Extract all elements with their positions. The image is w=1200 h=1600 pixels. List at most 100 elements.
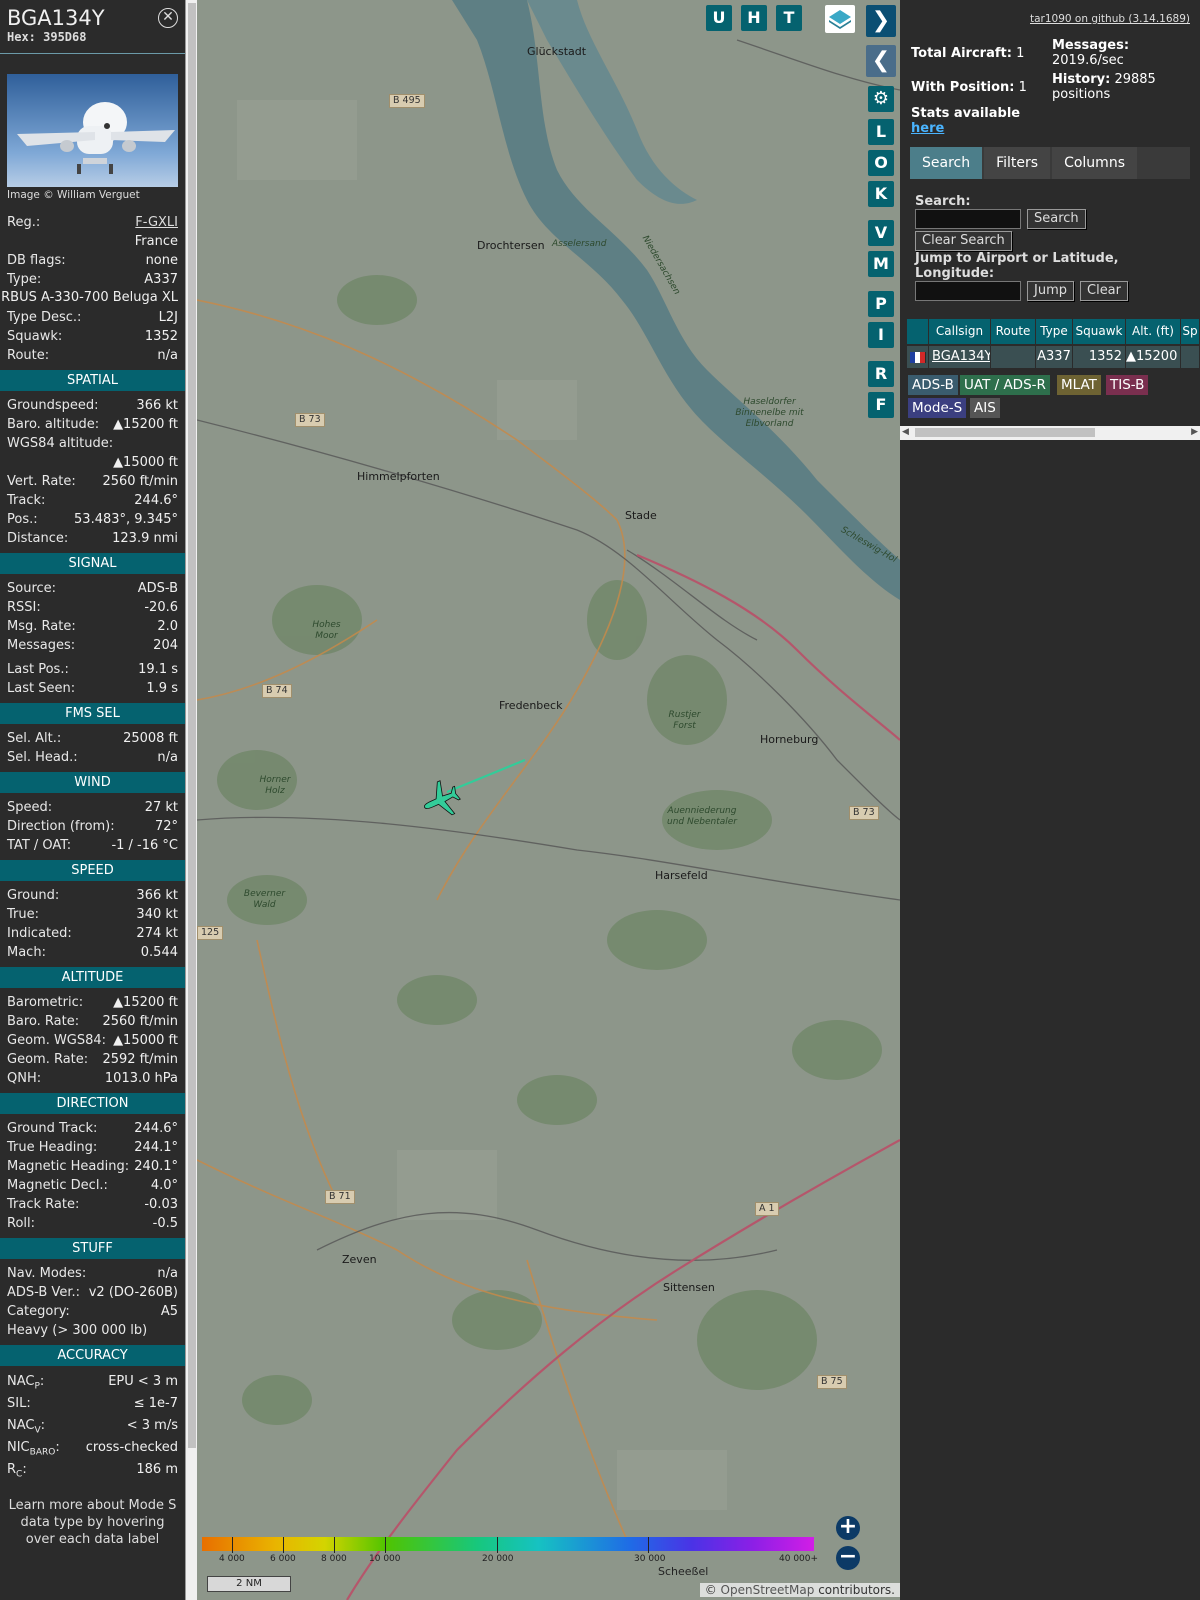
search-button[interactable]: Search bbox=[1027, 209, 1086, 229]
row-callsign[interactable]: BGA134Y bbox=[929, 346, 991, 368]
row-speed bbox=[1181, 346, 1200, 368]
legend-label: 20 000 bbox=[482, 1554, 514, 1564]
stats-available: Stats available here bbox=[911, 106, 1021, 136]
map-button-f[interactable]: F bbox=[868, 392, 894, 418]
horizontal-scroll-thumb[interactable] bbox=[915, 428, 1095, 437]
road-label: B 73 bbox=[849, 806, 879, 820]
altitude-color-legend bbox=[202, 1537, 814, 1551]
row-speed-true: True: 340 kt bbox=[7, 907, 178, 922]
col-header-callsign[interactable]: Callsign bbox=[929, 319, 991, 344]
row-track-rate: Track Rate: -0.03 bbox=[7, 1197, 178, 1212]
row-squawk: 1352 bbox=[1073, 346, 1126, 368]
table-horizontal-scrollbar[interactable]: ◀ ▶ bbox=[900, 426, 1200, 440]
map-button-k[interactable]: K bbox=[868, 181, 894, 207]
map-button-i[interactable]: I bbox=[868, 322, 894, 348]
row-alt-baro-rate: Baro. Rate: 2560 ft/min bbox=[7, 1014, 178, 1029]
map-button-o[interactable]: O bbox=[868, 150, 894, 176]
info-header: BGA134Y Hex: 395D68 bbox=[0, 0, 185, 54]
row-baro-alt: Baro. altitude: ▲15200 ft bbox=[7, 417, 178, 432]
map-button-l[interactable]: L bbox=[868, 119, 894, 145]
info-row-route: Route: n/a bbox=[7, 348, 178, 363]
zoom-in-button[interactable]: + bbox=[836, 1516, 860, 1540]
jump-input[interactable] bbox=[915, 281, 1021, 301]
row-type: A337 bbox=[1036, 346, 1073, 368]
source-badge-ais: AIS bbox=[970, 398, 1000, 418]
map-button-m[interactable]: M bbox=[868, 251, 894, 277]
source-badge-mlat: MLAT bbox=[1057, 375, 1101, 395]
col-header-route[interactable]: Route bbox=[991, 319, 1036, 344]
map-button-p[interactable]: P bbox=[868, 291, 894, 317]
area-label: Beverner Wald bbox=[243, 889, 286, 910]
map-button-v[interactable]: V bbox=[868, 220, 894, 246]
tab-columns[interactable]: Columns bbox=[1052, 147, 1137, 179]
map-attribution: © OpenStreetMap contributors. bbox=[699, 1583, 900, 1597]
row-rc: RC: 186 m bbox=[7, 1462, 178, 1480]
section-wind: WIND bbox=[0, 772, 185, 793]
map-button-r[interactable]: R bbox=[868, 361, 894, 387]
map-button-h[interactable]: H bbox=[741, 5, 767, 31]
layers-icon[interactable] bbox=[825, 5, 855, 33]
col-header-speed[interactable]: Sp bbox=[1181, 319, 1200, 344]
row-speed-mach: Mach: 0.544 bbox=[7, 945, 178, 960]
map-view[interactable]: Glückstadt Drochtersen Himmelpforten Sta… bbox=[197, 0, 900, 1600]
row-alt-geom-rate: Geom. Rate: 2592 ft/min bbox=[7, 1052, 178, 1067]
version-link[interactable]: tar1090 on github (3.14.1689) bbox=[1030, 13, 1190, 25]
tab-filters[interactable]: Filters bbox=[984, 147, 1051, 179]
town-label: Glückstadt bbox=[527, 45, 587, 58]
expand-sidebar-button[interactable]: ❯ bbox=[866, 5, 896, 37]
row-heavy: Heavy (> 300 000 lb) bbox=[7, 1323, 148, 1338]
aircraft-table: Callsign Route Type Squawk Alt. (ft) Sp … bbox=[907, 319, 1200, 368]
row-wgs84-value: ▲15000 ft bbox=[113, 455, 178, 470]
table-row[interactable]: BGA134Y A337 1352 ▲15200 bbox=[907, 346, 1200, 368]
col-header-flag[interactable] bbox=[907, 319, 929, 344]
map-scale-bar: 2 NM bbox=[207, 1576, 291, 1592]
col-header-type[interactable]: Type bbox=[1036, 319, 1073, 344]
legend-tick bbox=[385, 1537, 386, 1553]
aircraft-photo[interactable] bbox=[7, 74, 178, 187]
row-adsb-ver: ADS-B Ver.: v2 (DO-260B) bbox=[7, 1285, 178, 1300]
scroll-left-icon[interactable]: ◀ bbox=[902, 427, 909, 437]
airplane-photo-graphic bbox=[17, 102, 175, 174]
info-panel-scrollbar[interactable] bbox=[185, 0, 197, 1600]
row-rssi: RSSI: -20.6 bbox=[7, 600, 178, 615]
settings-gear-icon[interactable]: ⚙ bbox=[868, 86, 894, 112]
legend-tick bbox=[334, 1537, 335, 1553]
area-label: Auenniederung und Nebentaler bbox=[667, 806, 737, 827]
registration-link[interactable]: F-GXLI bbox=[135, 213, 178, 232]
clear-search-button[interactable]: Clear Search bbox=[915, 231, 1012, 251]
road-label: B 71 bbox=[325, 1190, 355, 1204]
clear-button[interactable]: Clear bbox=[1080, 281, 1128, 301]
close-icon[interactable]: ✕ bbox=[158, 8, 178, 28]
row-route bbox=[991, 346, 1036, 368]
row-mag-decl: Magnetic Decl.: 4.0° bbox=[7, 1178, 178, 1193]
zoom-out-button[interactable]: − bbox=[836, 1546, 860, 1570]
row-true-heading: True Heading: 244.1° bbox=[7, 1140, 178, 1155]
row-track: Track: 244.6° bbox=[7, 493, 178, 508]
col-header-alt[interactable]: Alt. (ft) bbox=[1126, 319, 1181, 344]
section-direction: DIRECTION bbox=[0, 1093, 185, 1114]
search-input[interactable] bbox=[915, 209, 1021, 229]
map-button-t[interactable]: T bbox=[776, 5, 802, 31]
collapse-sidebar-button[interactable]: ❮ bbox=[866, 45, 896, 77]
info-callsign: BGA134Y bbox=[7, 6, 105, 30]
aircraft-info-panel: BGA134Y Hex: 395D68 ✕ Image © William Ve… bbox=[0, 0, 185, 1600]
map-button-u[interactable]: U bbox=[706, 5, 732, 31]
row-wind-speed: Speed: 27 kt bbox=[7, 800, 178, 815]
road-label: B 75 bbox=[817, 1375, 847, 1389]
aircraft-marker[interactable] bbox=[417, 776, 465, 824]
town-label: Zeven bbox=[342, 1253, 377, 1266]
area-label: Haseldorfer Binnenelbe mit Elbvorland bbox=[735, 397, 804, 429]
osm-link[interactable]: OpenStreetMap bbox=[721, 1583, 815, 1597]
town-label: Drochtersen bbox=[477, 239, 545, 252]
col-header-squawk[interactable]: Squawk bbox=[1073, 319, 1126, 344]
tab-search[interactable]: Search bbox=[910, 147, 983, 179]
jump-button[interactable]: Jump bbox=[1027, 281, 1074, 301]
row-nav-modes: Nav. Modes: n/a bbox=[7, 1266, 178, 1281]
stats-link[interactable]: here bbox=[911, 121, 944, 136]
info-panel-scroll-thumb[interactable] bbox=[188, 3, 196, 1448]
row-pos: Pos.: 53.483°, 9.345° bbox=[7, 512, 178, 527]
scroll-right-icon[interactable]: ▶ bbox=[1191, 427, 1198, 437]
info-hex: Hex: 395D68 bbox=[7, 30, 87, 44]
row-source: Source: ADS-B bbox=[7, 581, 178, 596]
town-label: Harsefeld bbox=[655, 869, 708, 882]
